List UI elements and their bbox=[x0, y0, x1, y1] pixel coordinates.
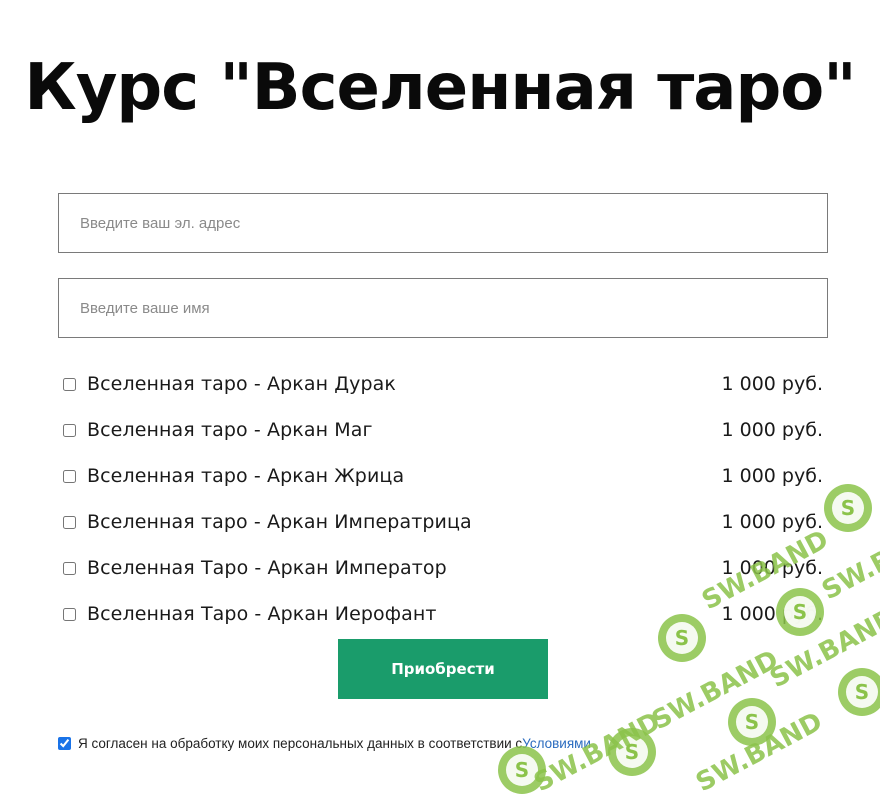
consent-text: Я согласен на обработку моих персональны… bbox=[78, 736, 523, 751]
product-price: 1 000 руб. bbox=[721, 603, 824, 625]
product-item: Вселенная таро - Аркан Императрица 1 000… bbox=[58, 499, 828, 545]
product-checkbox[interactable] bbox=[63, 377, 76, 391]
watermark-logo-1 bbox=[824, 484, 872, 532]
product-item: Вселенная таро - Аркан Жрица 1 000 руб. bbox=[58, 453, 828, 499]
product-checkbox[interactable] bbox=[63, 515, 76, 529]
product-name: Вселенная таро - Аркан Императрица bbox=[87, 511, 472, 533]
watermark-text: SW.BAND bbox=[691, 707, 827, 794]
buy-button[interactable]: Приобрести bbox=[338, 639, 548, 699]
product-item: Вселенная таро - Аркан Маг 1 000 руб. bbox=[58, 407, 828, 453]
consent-row: Я согласен на обработку моих персональны… bbox=[58, 736, 591, 751]
consent-checkbox[interactable] bbox=[58, 737, 71, 750]
product-name: Вселенная таро - Аркан Дурак bbox=[87, 373, 396, 395]
email-field[interactable] bbox=[58, 193, 828, 253]
watermark-logo-5 bbox=[728, 698, 776, 746]
watermark-logo-6 bbox=[608, 728, 656, 776]
watermark-logo-7 bbox=[498, 746, 546, 794]
product-name: Вселенная Таро - Аркан Иерофант bbox=[87, 603, 437, 625]
product-checkbox[interactable] bbox=[63, 423, 76, 437]
product-name: Вселенная таро - Аркан Маг bbox=[87, 419, 373, 441]
product-price: 1 000 руб. bbox=[721, 373, 824, 395]
product-price: 1 000 руб. bbox=[721, 419, 824, 441]
product-name: Вселенная таро - Аркан Жрица bbox=[87, 465, 405, 487]
terms-link[interactable]: Условиями bbox=[522, 736, 591, 751]
product-item: Вселенная Таро - Аркан Иерофант 1 000 ру… bbox=[58, 591, 828, 637]
product-item: Вселенная Таро - Аркан Император 1 000 р… bbox=[58, 545, 828, 591]
watermark-logo-4 bbox=[838, 668, 880, 716]
product-checkbox[interactable] bbox=[63, 607, 76, 621]
watermark-text: SW.BAND bbox=[647, 645, 783, 736]
page-title: Курс "Вселенная таро" bbox=[24, 51, 856, 125]
product-checkbox[interactable] bbox=[63, 469, 76, 483]
product-checkbox[interactable] bbox=[63, 561, 76, 575]
product-price: 1 000 руб. bbox=[721, 557, 824, 579]
product-price: 1 000 руб. bbox=[721, 511, 824, 533]
product-item: Вселенная таро - Аркан Дурак 1 000 руб. bbox=[58, 361, 828, 407]
name-field[interactable] bbox=[58, 278, 828, 338]
product-price: 1 000 руб. bbox=[721, 465, 824, 487]
product-list: Вселенная таро - Аркан Дурак 1 000 руб. … bbox=[58, 361, 828, 637]
product-name: Вселенная Таро - Аркан Император bbox=[87, 557, 447, 579]
